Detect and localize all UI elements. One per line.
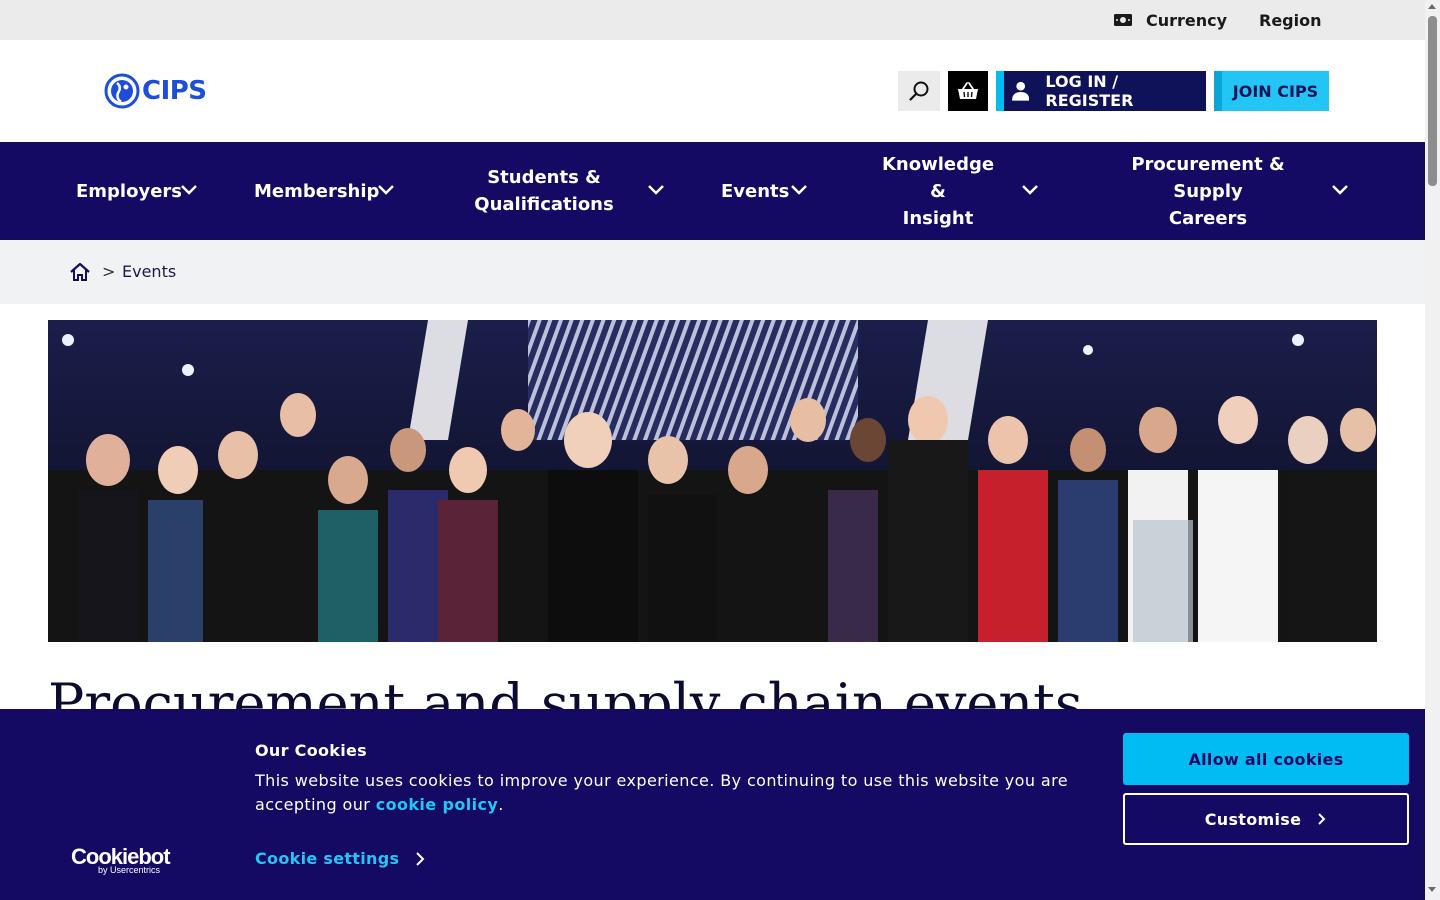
hero-photo — [48, 320, 1377, 642]
chevron-right-icon — [416, 851, 425, 866]
currency-selector[interactable]: Currency — [1114, 0, 1227, 40]
nav-item-employers[interactable]: Employers — [76, 142, 182, 240]
cookie-text-end: . — [498, 795, 504, 814]
cookie-title: Our Cookies — [255, 741, 367, 760]
join-cips-button[interactable]: JOIN CIPS — [1214, 71, 1329, 111]
nav-item-students-qualifications[interactable]: Students & Qualifications — [474, 142, 613, 240]
chevron-down-icon[interactable] — [647, 181, 665, 199]
nav-label: Procurement & Supply Careers — [1131, 153, 1285, 229]
login-register-label: LOG IN / REGISTER — [1045, 72, 1134, 110]
breadcrumb-current: Events — [122, 262, 177, 281]
customise-label: Customise — [1204, 809, 1302, 829]
basket-icon — [958, 82, 978, 99]
nav-label: Students & Qualifications — [474, 167, 614, 215]
cips-logo[interactable]: CIPS — [104, 72, 207, 110]
cookie-policy-link[interactable]: cookie policy — [376, 795, 499, 814]
nav-item-procurement-supply-careers[interactable]: Procurement & Supply Careers — [1106, 142, 1310, 240]
scrollbar-thumb[interactable] — [1428, 16, 1437, 186]
nav-item-knowledge-insight[interactable]: Knowledge & Insight — [879, 142, 997, 240]
cips-globe-icon — [104, 73, 140, 109]
cookie-settings-link[interactable]: Cookie settings — [255, 849, 425, 868]
cookiebot-brand-sub: by Usercentrics — [98, 865, 161, 875]
breadcrumb-separator: > — [102, 262, 116, 281]
chevron-down-icon[interactable] — [790, 181, 808, 199]
nav-item-membership[interactable]: Membership — [254, 142, 379, 240]
site-header: CIPS LOG IN / REGISTER JOIN CIPS — [0, 40, 1425, 142]
chevron-down-icon[interactable] — [377, 181, 395, 199]
nav-item-events[interactable]: Events — [721, 142, 789, 240]
region-label: Region — [1259, 10, 1322, 30]
region-selector[interactable]: Region — [1259, 0, 1322, 40]
breadcrumb: > Events — [0, 240, 1425, 304]
cookie-banner: Cookiebot by Usercentrics Our Cookies Th… — [0, 709, 1425, 900]
nav-label: Events — [721, 180, 790, 202]
cookie-text: This website uses cookies to improve you… — [255, 769, 1075, 817]
basket-button[interactable] — [948, 71, 988, 111]
cookie-settings-label: Cookie settings — [255, 849, 400, 868]
login-register-button[interactable]: LOG IN / REGISTER — [996, 71, 1206, 111]
cookiebot-logo: Cookiebot by Usercentrics — [71, 846, 175, 878]
search-button[interactable] — [898, 71, 940, 111]
hero-image — [48, 320, 1377, 642]
nav-label: Employers — [76, 180, 183, 202]
main-navigation: Employers Membership Students & Qualific… — [0, 142, 1425, 240]
chevron-down-icon[interactable] — [1021, 181, 1039, 199]
utility-bar: Currency Region — [0, 0, 1425, 40]
customise-button[interactable]: Customise — [1123, 793, 1409, 845]
nav-label: Membership — [254, 180, 380, 202]
chevron-right-icon — [1318, 813, 1326, 825]
allow-all-label: Allow all cookies — [1188, 749, 1344, 769]
home-icon[interactable] — [69, 262, 91, 282]
currency-label: Currency — [1146, 10, 1228, 30]
vertical-scrollbar[interactable] — [1425, 0, 1440, 900]
allow-all-cookies-button[interactable]: Allow all cookies — [1123, 733, 1409, 785]
scroll-down-arrow[interactable] — [1428, 887, 1436, 892]
chevron-down-icon[interactable] — [1331, 181, 1349, 199]
scroll-up-arrow[interactable] — [1428, 4, 1436, 9]
chevron-down-icon[interactable] — [180, 181, 198, 199]
search-icon — [909, 81, 929, 101]
money-icon — [1114, 14, 1132, 26]
nav-label: Knowledge & Insight — [881, 153, 995, 229]
join-cips-label: JOIN CIPS — [1232, 81, 1319, 101]
logo-text: CIPS — [142, 76, 207, 106]
page: Currency Region CIPS LOG IN / REGISTER J… — [0, 0, 1425, 900]
user-icon — [1012, 81, 1030, 101]
